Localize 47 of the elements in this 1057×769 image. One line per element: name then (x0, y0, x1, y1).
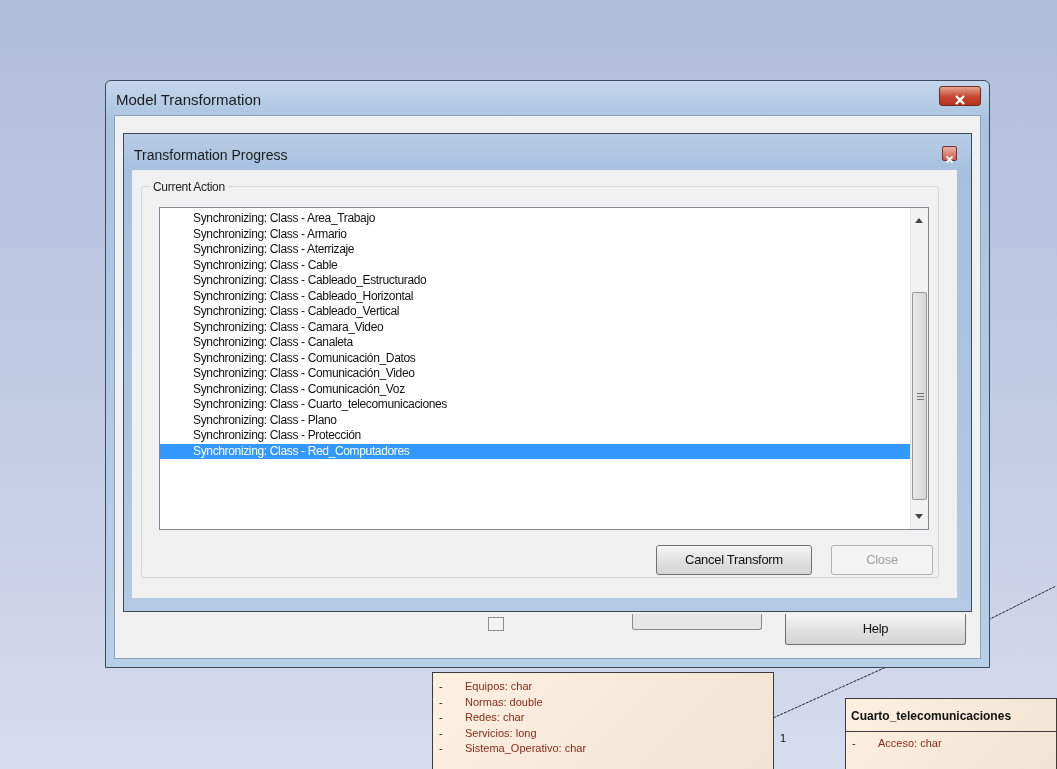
list-item[interactable]: Synchronizing: Class - Area_Trabajo (160, 211, 910, 227)
list-item[interactable]: Synchronizing: Class - Canaleta (160, 335, 910, 351)
list-item[interactable]: Synchronizing: Class - Armario (160, 226, 910, 242)
attribute-text: Equipos: char (465, 679, 533, 694)
list-item[interactable]: Synchronizing: Class - Camara_Video (160, 319, 910, 335)
attribute-text: Acceso: char (878, 736, 942, 751)
scroll-up-icon[interactable] (915, 218, 923, 223)
grip-icon (917, 393, 924, 400)
visibility-marker: - (438, 741, 444, 756)
close-button[interactable] (942, 146, 957, 161)
attribute-text: Normas: double (465, 694, 543, 710)
window-title: Transformation Progress (133, 146, 288, 165)
close-button[interactable] (939, 86, 981, 106)
class-box[interactable]: - Equipos: char - Normas: double - Redes: char - Servicios: long - Sistema_Operativo: char (432, 672, 774, 769)
close-button: Close (831, 545, 933, 575)
visibility-marker: - (851, 736, 857, 751)
attribute-text: Redes: char (465, 710, 525, 725)
scroll-down-icon[interactable] (915, 514, 923, 519)
attribute-text: Servicios: long (465, 725, 537, 741)
list-item[interactable]: Synchronizing: Class - Cableado_Estructurado (160, 273, 910, 289)
list-item[interactable]: Synchronizing: Class - Cableado_Vertical (160, 304, 910, 320)
close-icon[interactable] (953, 94, 967, 105)
list-item[interactable]: Synchronizing: Class - Comunicación_Datos (160, 350, 910, 366)
checkbox[interactable] (488, 617, 504, 631)
scrollbar[interactable] (910, 208, 928, 529)
class-box[interactable]: Cuarto_telecomunicaciones - Acceso: char (845, 698, 1057, 769)
cancel-button[interactable]: Cancel Transform (656, 545, 812, 575)
attribute-text: Sistema_Operativo: char (465, 741, 587, 756)
close-icon[interactable] (945, 155, 954, 165)
visibility-marker: - (438, 725, 444, 741)
button[interactable] (632, 614, 762, 630)
help-button[interactable]: Help (785, 614, 966, 645)
class-name: Cuarto_telecomunicaciones (846, 699, 1056, 732)
scroll-thumb[interactable] (912, 292, 927, 500)
multiplicity-label: 1 (780, 731, 787, 746)
visibility-marker: - (438, 710, 444, 725)
list-item[interactable]: Synchronizing: Class - Cable (160, 257, 910, 273)
visibility-marker: - (438, 679, 444, 694)
list-item[interactable]: Synchronizing: Class - Cuarto_telecomunicaciones (160, 397, 910, 413)
list-item[interactable]: Synchronizing: Class - Cableado_Horizontal (160, 288, 910, 304)
visibility-marker: - (438, 694, 444, 710)
window-title: Model Transformation (115, 90, 262, 110)
list-item[interactable]: Synchronizing: Class - Protección (160, 428, 910, 444)
list-item[interactable]: Synchronizing: Class - Comunicación_Voz (160, 381, 910, 397)
list-item[interactable]: Synchronizing: Class - Plano (160, 412, 910, 428)
list-item[interactable]: Synchronizing: Class - Comunicación_Video (160, 366, 910, 382)
list-item[interactable]: Synchronizing: Class - Aterrizaje (160, 242, 910, 258)
